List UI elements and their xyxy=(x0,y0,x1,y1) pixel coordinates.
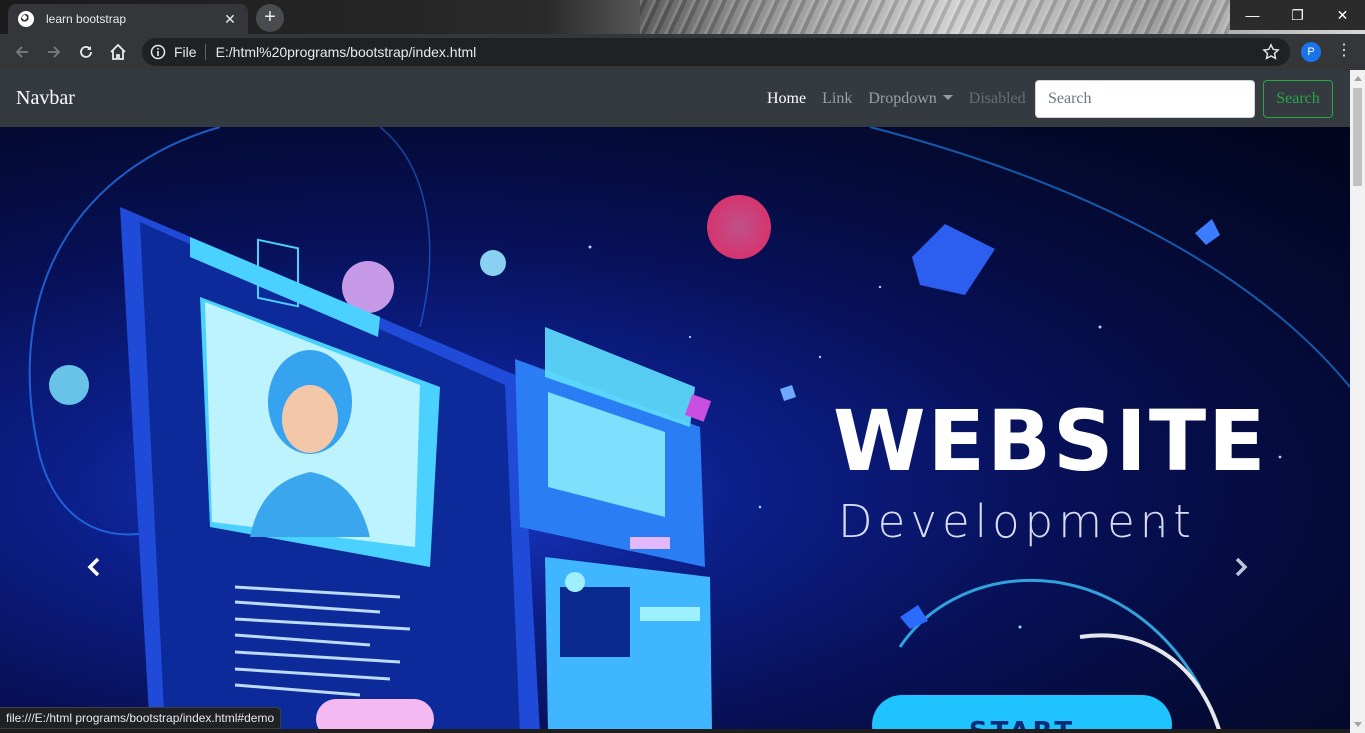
scheme-label: File xyxy=(174,44,206,60)
new-tab-button[interactable]: + xyxy=(256,4,284,32)
tab-close-icon[interactable]: ✕ xyxy=(222,11,238,28)
hero-headline: WEBSITE xyxy=(833,392,1268,490)
window-bottom-edge xyxy=(0,729,1350,733)
back-icon[interactable] xyxy=(6,36,38,68)
scrollbar-thumb[interactable] xyxy=(1353,88,1362,186)
minimize-button[interactable]: — xyxy=(1230,0,1275,30)
tab-title: learn bootstrap xyxy=(46,12,127,26)
restore-button[interactable]: ❐ xyxy=(1275,0,1320,30)
forward-icon[interactable] xyxy=(38,36,70,68)
nav-link-disabled: Disabled xyxy=(968,89,1026,107)
navbar-brand[interactable]: Navbar xyxy=(16,87,75,110)
close-window-button[interactable]: ✕ xyxy=(1320,0,1365,30)
window-controls: — ❐ ✕ xyxy=(1230,0,1365,30)
browser-menu-icon[interactable]: ⋮ xyxy=(1336,42,1352,62)
browser-toolbar: File E:/html%20programs/bootstrap/index.… xyxy=(0,34,1365,70)
address-bar[interactable]: File E:/html%20programs/bootstrap/index.… xyxy=(142,38,1290,66)
home-icon[interactable] xyxy=(102,36,134,68)
status-url-bubble: file:///E:/html programs/bootstrap/index… xyxy=(0,707,282,729)
search-input[interactable] xyxy=(1035,80,1255,118)
globe-icon xyxy=(18,11,34,27)
bookmark-star-icon[interactable] xyxy=(1262,43,1280,61)
chevron-left-icon xyxy=(87,557,100,577)
scroll-up-icon[interactable] xyxy=(1354,76,1362,81)
nav-link-home[interactable]: Home xyxy=(767,90,806,108)
hero-subheadline: Development xyxy=(838,495,1196,548)
theme-background xyxy=(640,0,1230,34)
carousel-next-button[interactable] xyxy=(1233,557,1263,595)
navbar: Navbar Home Link Dropdown Disabled Searc… xyxy=(0,70,1350,127)
caret-down-icon xyxy=(942,94,953,100)
chevron-right-icon xyxy=(1235,557,1248,577)
nav-link-link[interactable]: Link xyxy=(822,90,852,108)
page-viewport: Navbar Home Link Dropdown Disabled Searc… xyxy=(0,70,1350,733)
page-scrollbar[interactable] xyxy=(1350,70,1365,733)
carousel: WEBSITE Development START xyxy=(0,127,1350,733)
reload-icon[interactable] xyxy=(70,36,102,68)
search-button[interactable]: Search xyxy=(1263,80,1333,118)
nav-dropdown[interactable]: Dropdown xyxy=(868,89,953,108)
nav-links: Home Link Dropdown Disabled xyxy=(767,70,1042,127)
info-icon[interactable] xyxy=(150,44,166,60)
scroll-down-icon[interactable] xyxy=(1354,722,1362,727)
tab-strip: learn bootstrap ✕ + — ❐ ✕ xyxy=(0,0,1365,34)
carousel-prev-button[interactable] xyxy=(86,557,116,595)
browser-tab[interactable]: learn bootstrap ✕ xyxy=(8,4,248,34)
url-text[interactable]: E:/html%20programs/bootstrap/index.html xyxy=(216,44,477,60)
nav-dropdown-label: Dropdown xyxy=(868,89,937,107)
profile-avatar[interactable]: P xyxy=(1301,42,1321,62)
